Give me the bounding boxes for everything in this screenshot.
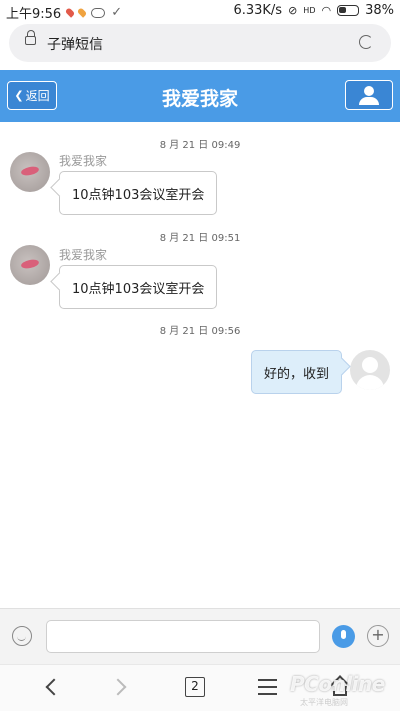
watermark-sub: 太平洋电脑网: [300, 698, 348, 707]
url-field[interactable]: 子弹短信: [9, 24, 391, 62]
my-avatar[interactable]: [350, 350, 390, 390]
message-timestamp: 8 月 21 日 09:56: [159, 326, 241, 337]
location-alt-icon: [76, 7, 88, 18]
incoming-message[interactable]: 10点钟103会议室开会: [59, 265, 218, 309]
status-time: 上午9:56: [6, 7, 62, 22]
message-timestamp: 8 月 21 日 09:49: [159, 140, 241, 151]
network-speed: 6.33K/s: [233, 3, 283, 18]
compose-bar: +: [0, 608, 400, 664]
sender-name: 我爱我家: [59, 154, 108, 168]
default-user-icon-body: [356, 375, 384, 390]
message-timestamp: 8 月 21 日 09:51: [159, 233, 241, 244]
location-icon: [64, 7, 76, 18]
user-icon: [364, 86, 374, 96]
message-text: 10点钟103会议室开会: [72, 282, 205, 297]
default-user-icon: [362, 357, 378, 373]
battery-icon: [337, 5, 360, 16]
chat-title: 我爱我家: [161, 88, 238, 110]
lips-icon: [20, 258, 40, 270]
watermark-brand: PConline: [290, 672, 385, 696]
menu-icon[interactable]: [258, 679, 277, 695]
emoji-icon[interactable]: [12, 626, 32, 646]
mute-icon: ⊘: [288, 4, 298, 17]
user-icon-body: [359, 97, 379, 105]
signal-hd-label: HD: [303, 6, 316, 15]
status-bar: 上午9:56 ✓ 6.33K/s ⊘ HD ◠ 38%: [0, 0, 400, 22]
plus-icon[interactable]: +: [367, 625, 389, 647]
reload-icon[interactable]: [359, 35, 373, 49]
contact-button[interactable]: [345, 80, 393, 110]
message-text: 10点钟103会议室开会: [72, 188, 205, 203]
forward-arrow-icon[interactable]: [109, 678, 127, 696]
sender-name: 我爱我家: [59, 248, 108, 262]
page-title: 子弹短信: [47, 37, 103, 53]
message-text: 好的，收到: [264, 367, 330, 382]
lips-icon: [20, 165, 40, 177]
message-input[interactable]: [46, 620, 320, 653]
wifi-icon: ◠: [321, 4, 332, 17]
battery-level: 38%: [365, 3, 394, 18]
lock-icon: [25, 30, 36, 45]
address-bar: 子弹短信: [0, 22, 400, 68]
avatar[interactable]: [10, 245, 50, 285]
back-arrow-icon[interactable]: [45, 678, 63, 696]
check-icon: ✓: [111, 5, 123, 20]
tabs-icon[interactable]: 2: [185, 677, 205, 697]
incoming-message[interactable]: 10点钟103会议室开会: [59, 171, 218, 215]
cloud-icon: [91, 7, 106, 18]
outgoing-message[interactable]: 好的，收到: [251, 350, 343, 394]
chat-header: ❮ 返回 我爱我家: [0, 70, 400, 122]
mic-icon[interactable]: [332, 625, 355, 648]
avatar[interactable]: [10, 152, 50, 192]
